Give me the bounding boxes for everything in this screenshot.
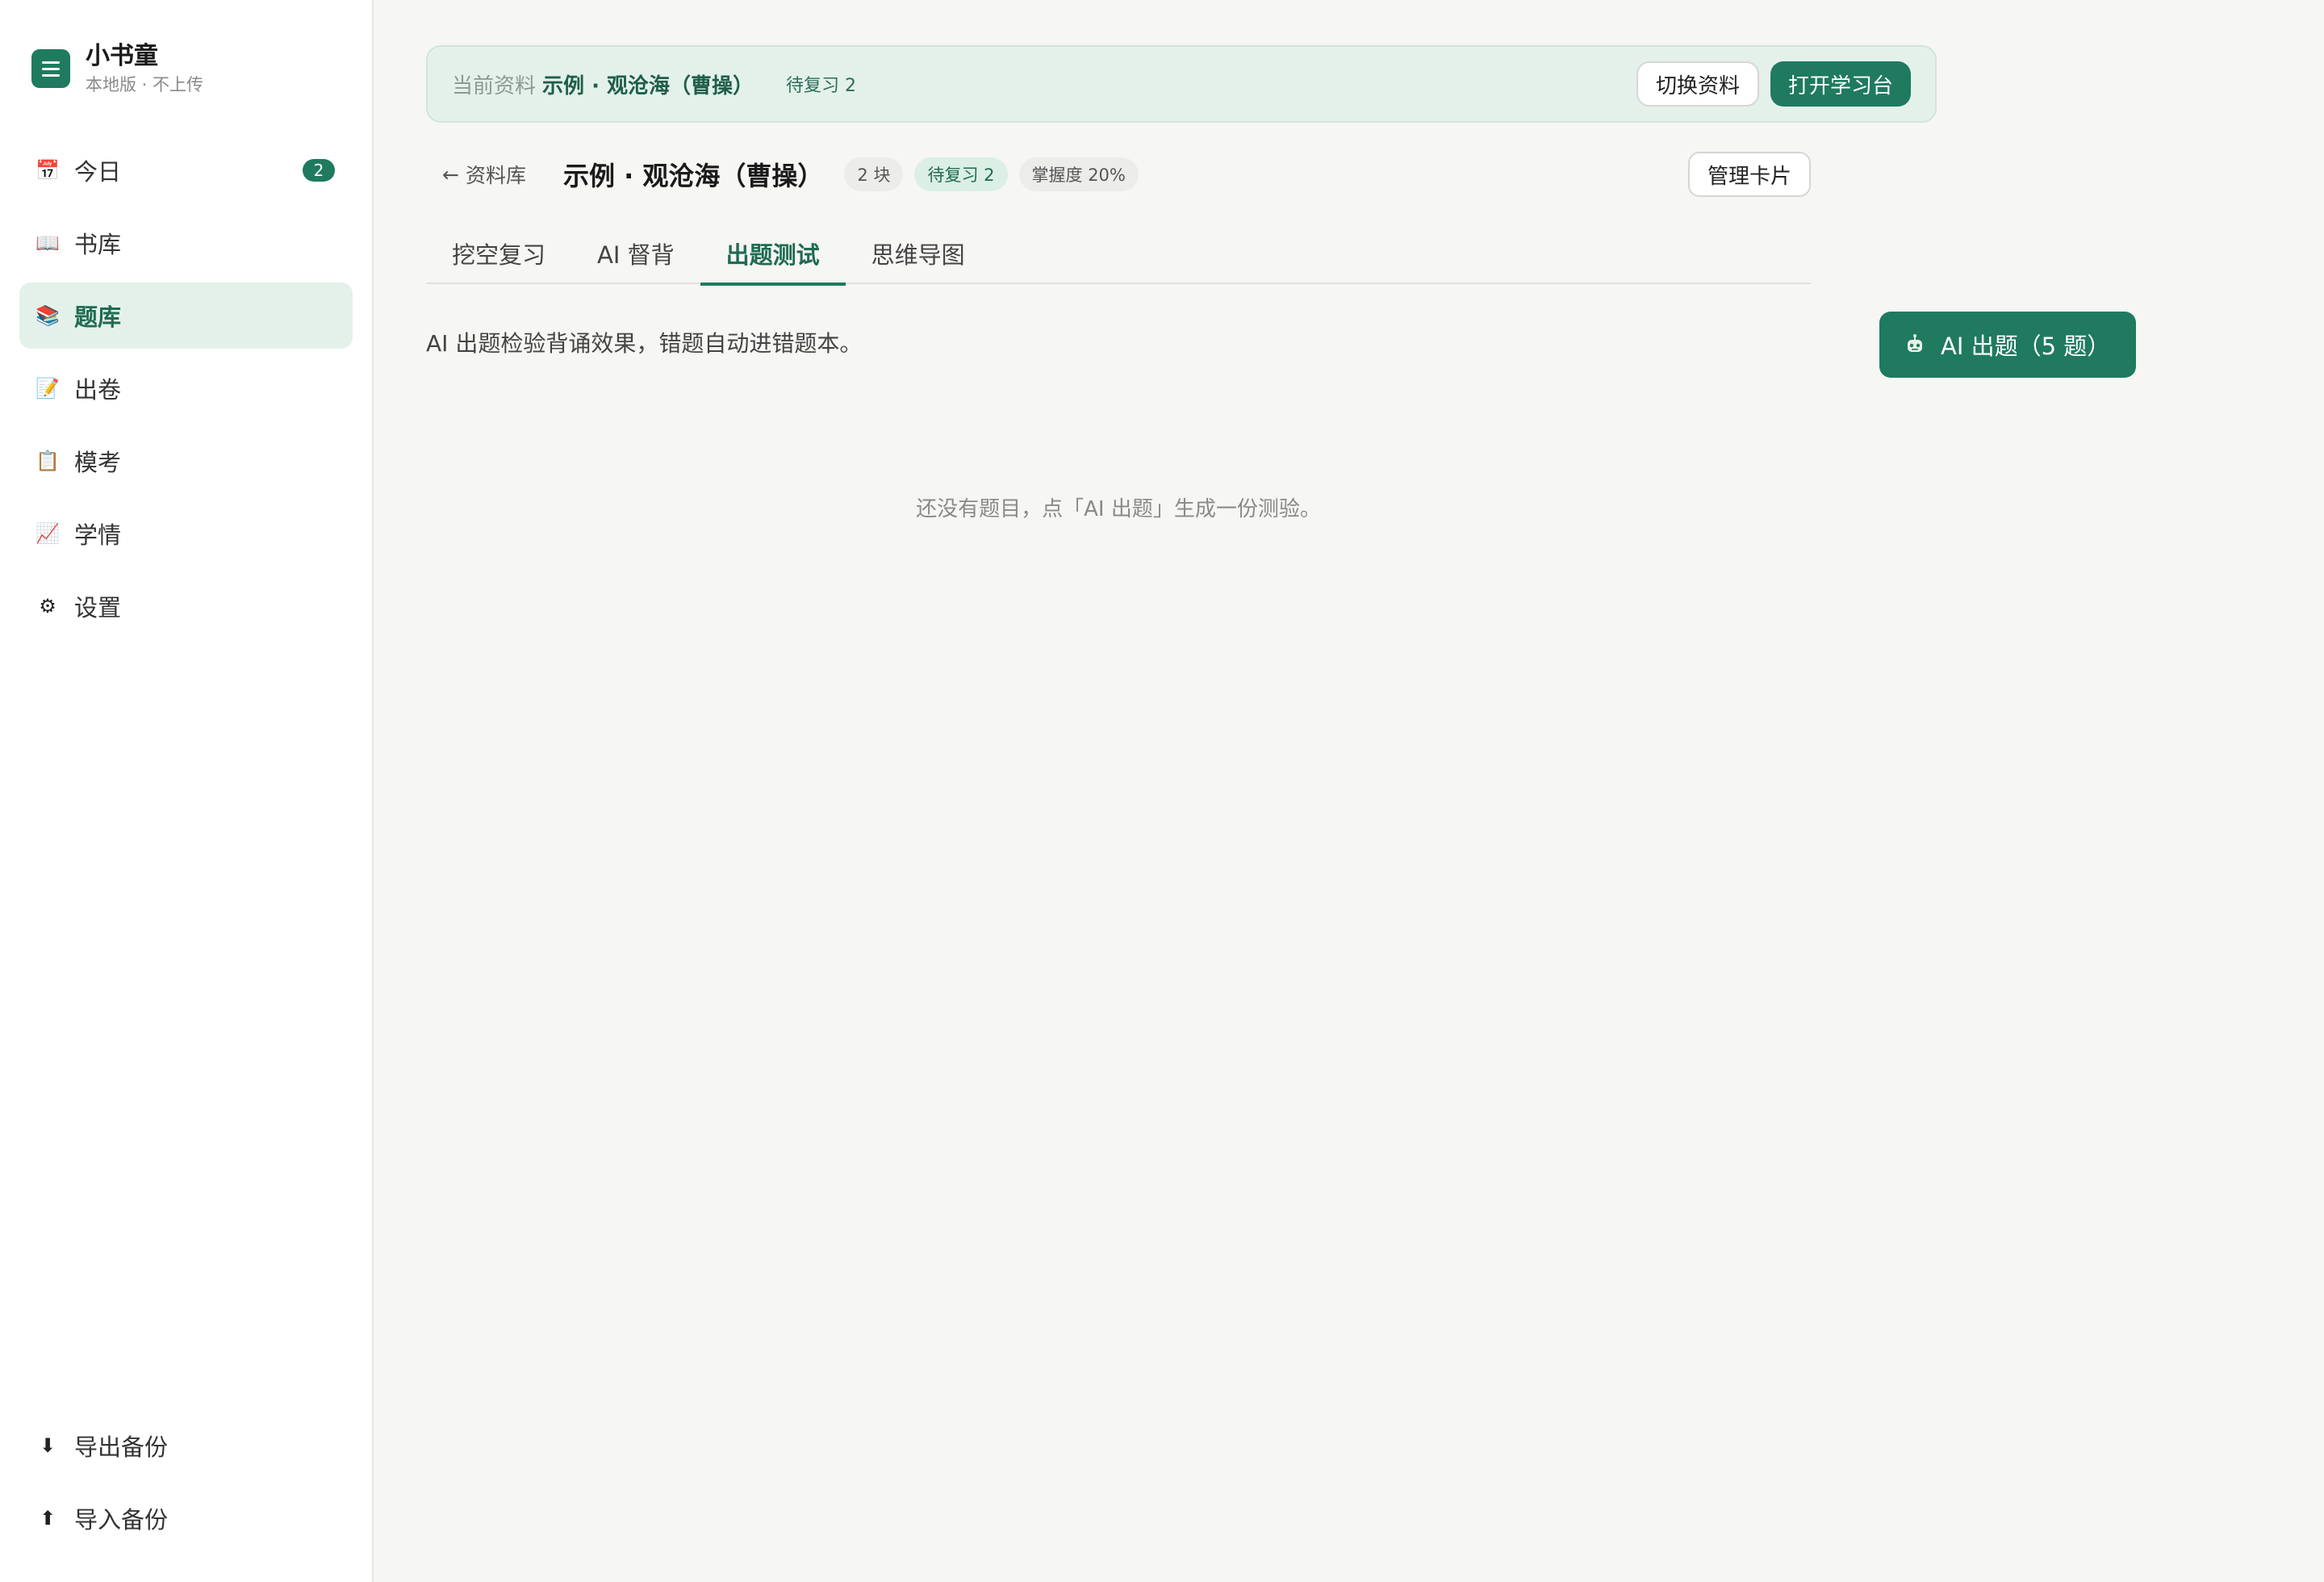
import-backup-label: 导入备份 xyxy=(74,1506,169,1534)
export-backup-button[interactable]: ⬇ 导出备份 xyxy=(19,1412,353,1479)
count-badge: 2 xyxy=(303,159,335,182)
menu-icon xyxy=(31,49,70,88)
back-label: 资料库 xyxy=(465,164,526,187)
banner-title: 示例 · 观沧海（曹操） xyxy=(542,73,754,98)
ai-generate-quiz-label: AI 出题（5 题） xyxy=(1941,333,2111,360)
sidebar: 小书童 本地版 · 不上传 📅 今日 2 📖 书库 📚 题库 📝 出卷 📋 模考… xyxy=(0,0,374,1582)
quiz-description: AI 出题检验背诵效果，错题自动进错题本。 xyxy=(426,330,863,357)
app-name: 小书童 xyxy=(86,42,158,70)
app-subtitle: 本地版 · 不上传 xyxy=(86,75,204,94)
pending-chip: 待复习 2 xyxy=(914,157,1008,191)
switch-material-button[interactable]: 切换资料 xyxy=(1636,61,1759,107)
sidebar-item-label: 模考 xyxy=(74,449,122,476)
book-icon: 📖 xyxy=(36,232,60,254)
manage-cards-button[interactable]: 管理卡片 xyxy=(1687,152,1811,197)
banner-label: 当前资料 xyxy=(452,73,537,98)
tab-ai-recite[interactable]: AI 督背 xyxy=(571,223,700,284)
ai-generate-quiz-button[interactable]: AI 出题（5 题） xyxy=(1879,312,2136,378)
sidebar-item-today[interactable]: 📅 今日 2 xyxy=(19,137,353,203)
upload-icon: ⬆ xyxy=(39,1507,56,1530)
sidebar-bottom: ⬇ 导出备份 ⬆ 导入备份 xyxy=(19,1412,353,1558)
sidebar-nav: 📅 今日 2 📖 书库 📚 题库 📝 出卷 📋 模考 📈 学情 ⚙ 设置 xyxy=(19,137,353,639)
arrow-left-icon: ← xyxy=(442,162,459,186)
brand: 小书童 本地版 · 不上传 xyxy=(19,0,353,97)
main-content: 当前资料 示例 · 观沧海（曹操） 待复习 2 切换资料 打开学习台 ← 资料库… xyxy=(374,0,2324,1582)
tab-cloze-review[interactable]: 挖空复习 xyxy=(426,223,571,284)
current-material-banner: 当前资料 示例 · 观沧海（曹操） 待复习 2 切换资料 打开学习台 xyxy=(426,45,1937,123)
robot-icon xyxy=(1908,334,1922,352)
tabs: 挖空复习 AI 督背 出题测试 思维导图 xyxy=(426,223,1811,286)
sidebar-item-label: 学情 xyxy=(74,521,122,549)
sidebar-item-progress[interactable]: 📈 学情 xyxy=(19,500,353,567)
sidebar-item-label: 题库 xyxy=(74,303,122,331)
chart-icon: 📈 xyxy=(36,522,60,545)
sidebar-item-settings[interactable]: ⚙ 设置 xyxy=(19,573,353,639)
blocks-chip: 2 块 xyxy=(844,157,904,191)
clipboard-icon: 📋 xyxy=(36,450,60,472)
sidebar-item-library[interactable]: 📖 书库 xyxy=(19,210,353,276)
tab-quiz[interactable]: 出题测试 xyxy=(700,223,846,286)
books-stack-icon: 📚 xyxy=(36,304,60,327)
sidebar-item-label: 设置 xyxy=(74,594,122,622)
memo-icon: 📝 xyxy=(36,377,60,400)
mastery-chip: 掌握度 20% xyxy=(1018,157,1139,191)
gear-icon: ⚙ xyxy=(39,595,56,617)
sidebar-item-label: 书库 xyxy=(74,231,122,258)
calendar-icon: 📅 xyxy=(36,159,60,182)
sidebar-item-question-bank[interactable]: 📚 题库 xyxy=(19,282,353,349)
back-link[interactable]: ← 资料库 xyxy=(426,160,526,189)
export-backup-label: 导出备份 xyxy=(74,1433,169,1461)
material-header: ← 资料库 示例 · 观沧海（曹操） 2 块 待复习 2 掌握度 20% 管理卡… xyxy=(426,152,1811,197)
sidebar-item-label: 出卷 xyxy=(74,376,122,404)
sidebar-item-mock-exam[interactable]: 📋 模考 xyxy=(19,428,353,494)
empty-state-text: 还没有题目，点「AI 出题」生成一份测验。 xyxy=(916,497,1321,521)
tab-mind-map[interactable]: 思维导图 xyxy=(846,223,991,284)
sidebar-item-label: 今日 xyxy=(74,158,122,186)
sidebar-item-exam-paper[interactable]: 📝 出卷 xyxy=(19,355,353,421)
banner-pending: 待复习 2 xyxy=(786,76,856,96)
import-backup-button[interactable]: ⬆ 导入备份 xyxy=(19,1485,353,1551)
page-title: 示例 · 观沧海（曹操） xyxy=(562,161,824,191)
open-study-desk-button[interactable]: 打开学习台 xyxy=(1770,61,1911,107)
download-icon: ⬇ xyxy=(39,1434,56,1457)
